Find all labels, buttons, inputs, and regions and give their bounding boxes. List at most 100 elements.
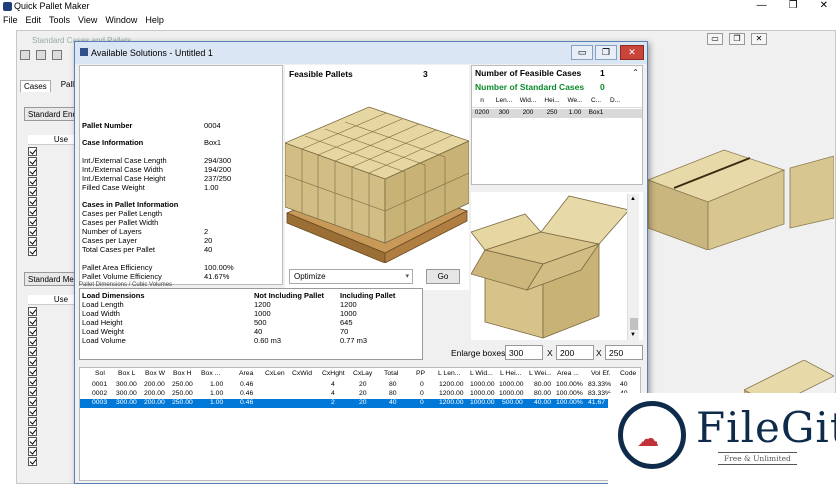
enlarge-width-input[interactable]: 200 (556, 345, 594, 360)
tab-cases[interactable]: Cases (20, 80, 51, 92)
use-checkbox[interactable] (28, 357, 37, 366)
column-header[interactable]: L Wid... (470, 370, 493, 377)
pallet-3d-view[interactable]: Feasible Pallets 3 (285, 65, 469, 290)
column-header[interactable]: Hei... (540, 97, 564, 107)
use-checkbox[interactable] (28, 157, 37, 166)
use-checkbox[interactable] (28, 217, 37, 226)
column-header[interactable]: C... (586, 97, 606, 107)
use-checkbox[interactable] (28, 177, 37, 186)
column-header[interactable]: CxLen (265, 370, 285, 377)
go-button[interactable]: Go (426, 269, 460, 284)
column-header[interactable]: CxHght (322, 370, 345, 377)
use-checkbox[interactable] (28, 457, 37, 466)
case-3d-view[interactable] (470, 192, 643, 340)
column-header[interactable]: We... (564, 97, 586, 107)
use-checkbox[interactable] (28, 407, 37, 416)
column-header[interactable]: Box W (145, 370, 165, 377)
menu-file[interactable]: File (3, 15, 18, 28)
use-checkbox[interactable] (28, 147, 37, 156)
use-checkbox[interactable] (28, 207, 37, 216)
use-checkbox[interactable] (28, 427, 37, 436)
table-cell: 0.46 (240, 381, 254, 388)
load-value: 645 (340, 318, 353, 327)
use-checkbox[interactable] (28, 387, 37, 396)
dialog-close-icon[interactable]: ✕ (620, 45, 644, 60)
minimize-icon[interactable]: — (757, 0, 767, 11)
column-header[interactable]: CxLay (353, 370, 372, 377)
pallet-info-panel: Pallet Number 0004 Case Information Box1… (79, 65, 283, 285)
column-header[interactable]: Area ... (557, 370, 579, 377)
use-checkbox[interactable] (28, 447, 37, 456)
column-header[interactable]: L Len... (438, 370, 460, 377)
column-header[interactable]: D... (606, 97, 624, 107)
bg-close-icon[interactable]: ✕ (751, 33, 767, 45)
collapse-up-icon[interactable]: ⌃ (632, 68, 639, 77)
table-row[interactable]: 0001 300.00 200.00 250.00 1.00 0.46 4 20… (80, 381, 640, 390)
standard-me-button[interactable]: Standard Me (24, 272, 80, 286)
use-checkbox[interactable] (28, 367, 37, 376)
table-row[interactable]: 0002 300.00 200.00 250.00 1.00 0.46 4 20… (80, 390, 640, 399)
use-checkbox[interactable] (28, 237, 37, 246)
column-header[interactable]: Box H (173, 370, 192, 377)
menu-edit[interactable]: Edit (26, 15, 42, 28)
column-header[interactable]: PP (416, 370, 425, 377)
filegit-logo-icon: ☁ (618, 401, 686, 469)
close-icon[interactable]: ✕ (820, 0, 828, 11)
column-header[interactable]: Box ... (201, 370, 220, 377)
dialog-titlebar[interactable]: Available Solutions - Untitled 1 ▭ ❐ ✕ (75, 42, 647, 64)
load-label: Load Volume (82, 336, 126, 345)
save-file-icon[interactable] (52, 50, 62, 60)
use-checkbox[interactable] (28, 397, 37, 406)
enlarge-length-input[interactable]: 300 (505, 345, 543, 360)
menu-help[interactable]: Help (145, 15, 164, 28)
dialog-restore-icon[interactable]: ❐ (595, 45, 617, 60)
table-row-selected[interactable]: 0003 300.00 200.00 250.00 1.00 0.46 2 20… (80, 399, 640, 408)
table-row[interactable]: 0200 300 200 250 1.00 Box1 (472, 109, 642, 118)
menu-window[interactable]: Window (105, 15, 137, 28)
column-header[interactable]: L Wei... (529, 370, 552, 377)
bg-minimize-icon[interactable]: ▭ (707, 33, 723, 45)
enlarge-height-input[interactable]: 250 (605, 345, 643, 360)
scrollbar-thumb[interactable] (630, 318, 638, 330)
standard-ends-button[interactable]: Standard Ends (24, 107, 80, 121)
column-header[interactable]: Wid... (516, 97, 540, 107)
use-checkbox[interactable] (28, 327, 37, 336)
use-checkbox[interactable] (28, 307, 37, 316)
new-file-icon[interactable] (20, 50, 30, 60)
column-header[interactable]: Area (239, 370, 253, 377)
use-checkbox[interactable] (28, 317, 37, 326)
scroll-down-icon[interactable]: ▼ (630, 332, 636, 338)
info-label: Cases per Pallet Length (82, 209, 163, 218)
use-checkbox[interactable] (28, 197, 37, 206)
column-header[interactable]: Total (384, 370, 398, 377)
table-cell: 0200 (474, 109, 490, 116)
open-file-icon[interactable] (36, 50, 46, 60)
scroll-up-icon[interactable]: ▲ (630, 196, 636, 202)
use-checkbox[interactable] (28, 417, 37, 426)
column-header[interactable]: n (472, 97, 492, 107)
column-header[interactable]: Sol (95, 370, 105, 377)
menu-tools[interactable]: Tools (49, 15, 70, 28)
use-checkbox[interactable] (28, 337, 37, 346)
case-view-scrollbar[interactable]: ▲ ▼ (627, 194, 639, 340)
use-checkbox[interactable] (28, 167, 37, 176)
column-header[interactable]: Code (620, 370, 636, 377)
use-checkbox[interactable] (28, 347, 37, 356)
menu-view[interactable]: View (78, 15, 97, 28)
feasible-cases-panel: Number of Feasible Cases 1 ⌃ Number of S… (471, 65, 643, 185)
column-header[interactable]: Vol Ef. (591, 370, 611, 377)
column-header[interactable]: CxWid (292, 370, 312, 377)
optimize-select[interactable]: Optimize ▾ (289, 269, 413, 284)
table-cell: 200 (522, 109, 534, 116)
use-checkbox[interactable] (28, 187, 37, 196)
column-header[interactable]: L Hei... (500, 370, 521, 377)
column-header[interactable]: Len... (492, 97, 516, 107)
use-checkbox[interactable] (28, 247, 37, 256)
use-checkbox[interactable] (28, 437, 37, 446)
dialog-minimize-icon[interactable]: ▭ (571, 45, 593, 60)
use-checkbox[interactable] (28, 227, 37, 236)
use-checkbox[interactable] (28, 377, 37, 386)
restore-icon[interactable]: ❐ (789, 0, 798, 11)
bg-restore-icon[interactable]: ❐ (729, 33, 745, 45)
column-header[interactable]: Box L (118, 370, 135, 377)
